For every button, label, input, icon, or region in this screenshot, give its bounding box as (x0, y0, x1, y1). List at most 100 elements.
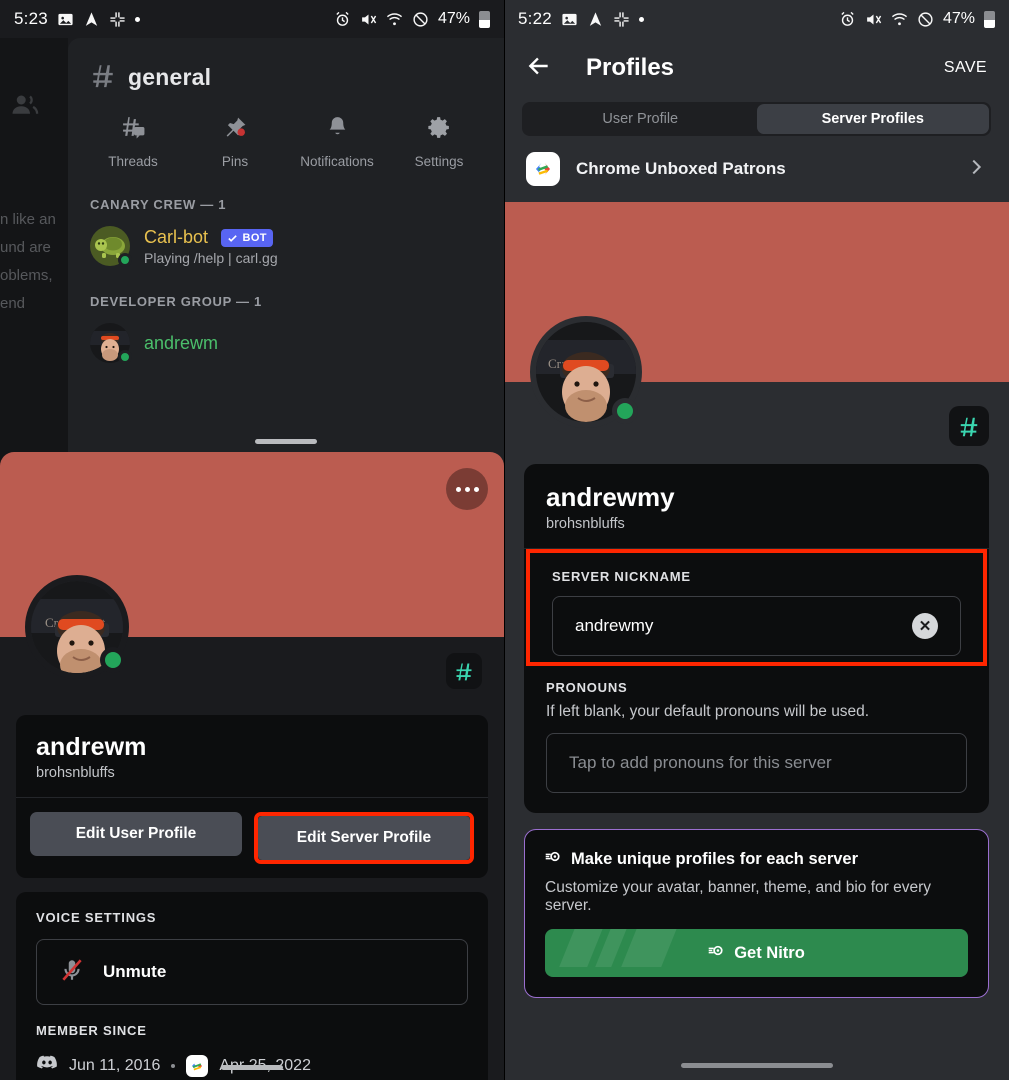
status-badge-online (100, 647, 126, 673)
channel-action-label: Pins (221, 154, 249, 169)
status-time: 5:22 (518, 9, 552, 28)
pronouns-placeholder: Tap to add pronouns for this server (569, 753, 832, 772)
channel-action-label: Notifications (300, 154, 374, 169)
voice-settings-label: VOICE SETTINGS (36, 910, 157, 925)
profile-identity: andrewm brohsnbluffs (16, 715, 488, 797)
status-left-group: 5:22 (518, 9, 644, 29)
dot-icon (455, 486, 461, 492)
profile-identity: andrewmy brohsnbluffs (524, 464, 989, 548)
back-arrow-icon[interactable] (526, 53, 552, 84)
wifi-icon (386, 11, 403, 28)
server-nickname-value: andrewmy (575, 616, 654, 635)
get-nitro-button[interactable]: Get Nitro (545, 929, 968, 977)
member-status: Playing /help | carl.gg (144, 249, 278, 266)
member-name-row: Carl-bot BOT (144, 227, 278, 248)
avatar[interactable]: Craft Street (25, 575, 129, 679)
server-nickname-input[interactable]: andrewmy ✕ (552, 596, 961, 656)
right-screenshot-pane: 5:22 47% Profiles SAVE User Profile Serv… (504, 0, 1009, 1080)
member-list-item[interactable]: andrewm (68, 309, 504, 364)
navigation-icon (83, 11, 100, 28)
channel-action-notifications[interactable]: Notifications (286, 115, 388, 169)
member-since-label: MEMBER SINCE (36, 1023, 147, 1038)
member-name: Carl-bot (144, 226, 209, 247)
server-nickname-highlight: SERVER NICKNAME andrewmy ✕ (526, 549, 987, 666)
voice-settings-card: VOICE SETTINGS Unmute MEMBER SINCE Jun 1… (16, 892, 488, 1080)
check-icon (228, 234, 238, 242)
left-screenshot-pane: 5:23 47% n like an und are oblems, end g… (0, 0, 504, 1080)
unmute-button[interactable]: Unmute (36, 939, 468, 1005)
slack-icon (613, 11, 630, 28)
status-badge-online (118, 350, 132, 364)
server-profile-card: andrewmy brohsnbluffs SERVER NICKNAME an… (524, 464, 989, 813)
sheet-grabber-bottom[interactable] (221, 1065, 283, 1070)
nitro-promo-subtitle: Customize your avatar, banner, theme, an… (545, 879, 931, 914)
nitro-icon (708, 942, 725, 964)
image-icon (57, 11, 74, 28)
profile-identity-card: andrewm brohsnbluffs Edit User Profile E… (16, 715, 488, 878)
battery-percent: 47% (437, 10, 470, 27)
channel-name: general (128, 64, 212, 90)
status-right-group: 47% (839, 10, 995, 28)
profile-avatar-row: Craft Street (0, 575, 504, 715)
tab-user-profile[interactable]: User Profile (524, 104, 757, 134)
battery-icon (479, 10, 490, 28)
hash-icon (960, 417, 978, 437)
member-list-item[interactable]: Carl-bot BOT Playing /help | carl.gg (68, 212, 504, 267)
clear-icon[interactable]: ✕ (912, 613, 938, 639)
channel-action-threads[interactable]: Threads (82, 115, 184, 169)
right-status-bar: 5:22 47% (504, 0, 1009, 38)
pronouns-help-text: If left blank, your default pronouns wil… (546, 703, 870, 720)
unmute-label: Unmute (103, 962, 167, 981)
gear-icon (427, 115, 452, 145)
chevron-right-icon (965, 156, 987, 183)
server-tag-chip[interactable] (949, 406, 989, 446)
edit-server-profile-button[interactable]: Edit Server Profile (258, 816, 470, 860)
profile-username: brohsnbluffs (546, 516, 625, 532)
dot-icon (473, 486, 479, 492)
status-right-group: 47% (334, 10, 490, 28)
dnd-icon (412, 11, 429, 28)
server-selector-row[interactable]: Chrome Unboxed Patrons (504, 136, 1009, 202)
mute-icon (865, 11, 882, 28)
profile-display-name: andrewm (36, 733, 147, 761)
separator-dot (171, 1063, 176, 1068)
hash-icon (90, 62, 116, 93)
member-info: Carl-bot BOT Playing /help | carl.gg (144, 227, 278, 266)
status-badge-online (612, 398, 638, 424)
server-name: Chrome Unboxed Patrons (576, 159, 786, 178)
bot-badge-label: BOT (242, 232, 267, 245)
pin-icon (223, 115, 248, 145)
threads-icon (121, 115, 146, 145)
tab-server-profiles[interactable]: Server Profiles (756, 104, 989, 134)
channel-action-pins[interactable]: Pins (184, 115, 286, 169)
page-header: Profiles SAVE (504, 38, 1009, 88)
edit-user-profile-button[interactable]: Edit User Profile (30, 812, 242, 856)
more-options-button[interactable] (446, 468, 488, 510)
channel-action-label: Threads (108, 154, 158, 169)
get-nitro-label: Get Nitro (734, 943, 805, 962)
avatar[interactable]: Craft Street (530, 316, 642, 428)
profile-username: brohsnbluffs (36, 765, 115, 781)
mic-muted-icon (59, 957, 85, 988)
profile-avatar-row: Craft Street (504, 316, 1009, 464)
nitro-promo-title: Make unique profiles for each server (571, 849, 859, 868)
people-icon[interactable] (10, 90, 40, 125)
get-nitro-content: Get Nitro (708, 942, 805, 964)
avatar (90, 323, 132, 364)
server-tag-chip[interactable] (446, 653, 482, 689)
channel-header: general (68, 38, 504, 93)
pronouns-input[interactable]: Tap to add pronouns for this server (546, 733, 967, 793)
nitro-promo-card: Make unique profiles for each server Cus… (524, 829, 989, 998)
save-button[interactable]: SAVE (944, 59, 987, 77)
avatar (90, 226, 132, 267)
channel-actions: Threads Pins Notifications Settings (68, 93, 504, 169)
nitro-promo-title-row: Make unique profiles for each server (545, 848, 968, 870)
sheet-grabber[interactable] (255, 439, 317, 444)
profile-action-buttons: Edit User Profile Edit Server Profile (16, 798, 488, 878)
channel-action-settings[interactable]: Settings (388, 115, 490, 169)
group-header: CANARY CREW — 1 (90, 197, 227, 212)
dot-icon (638, 16, 644, 22)
home-indicator[interactable] (680, 1063, 833, 1068)
pane-divider (504, 0, 505, 1080)
image-icon (561, 11, 578, 28)
